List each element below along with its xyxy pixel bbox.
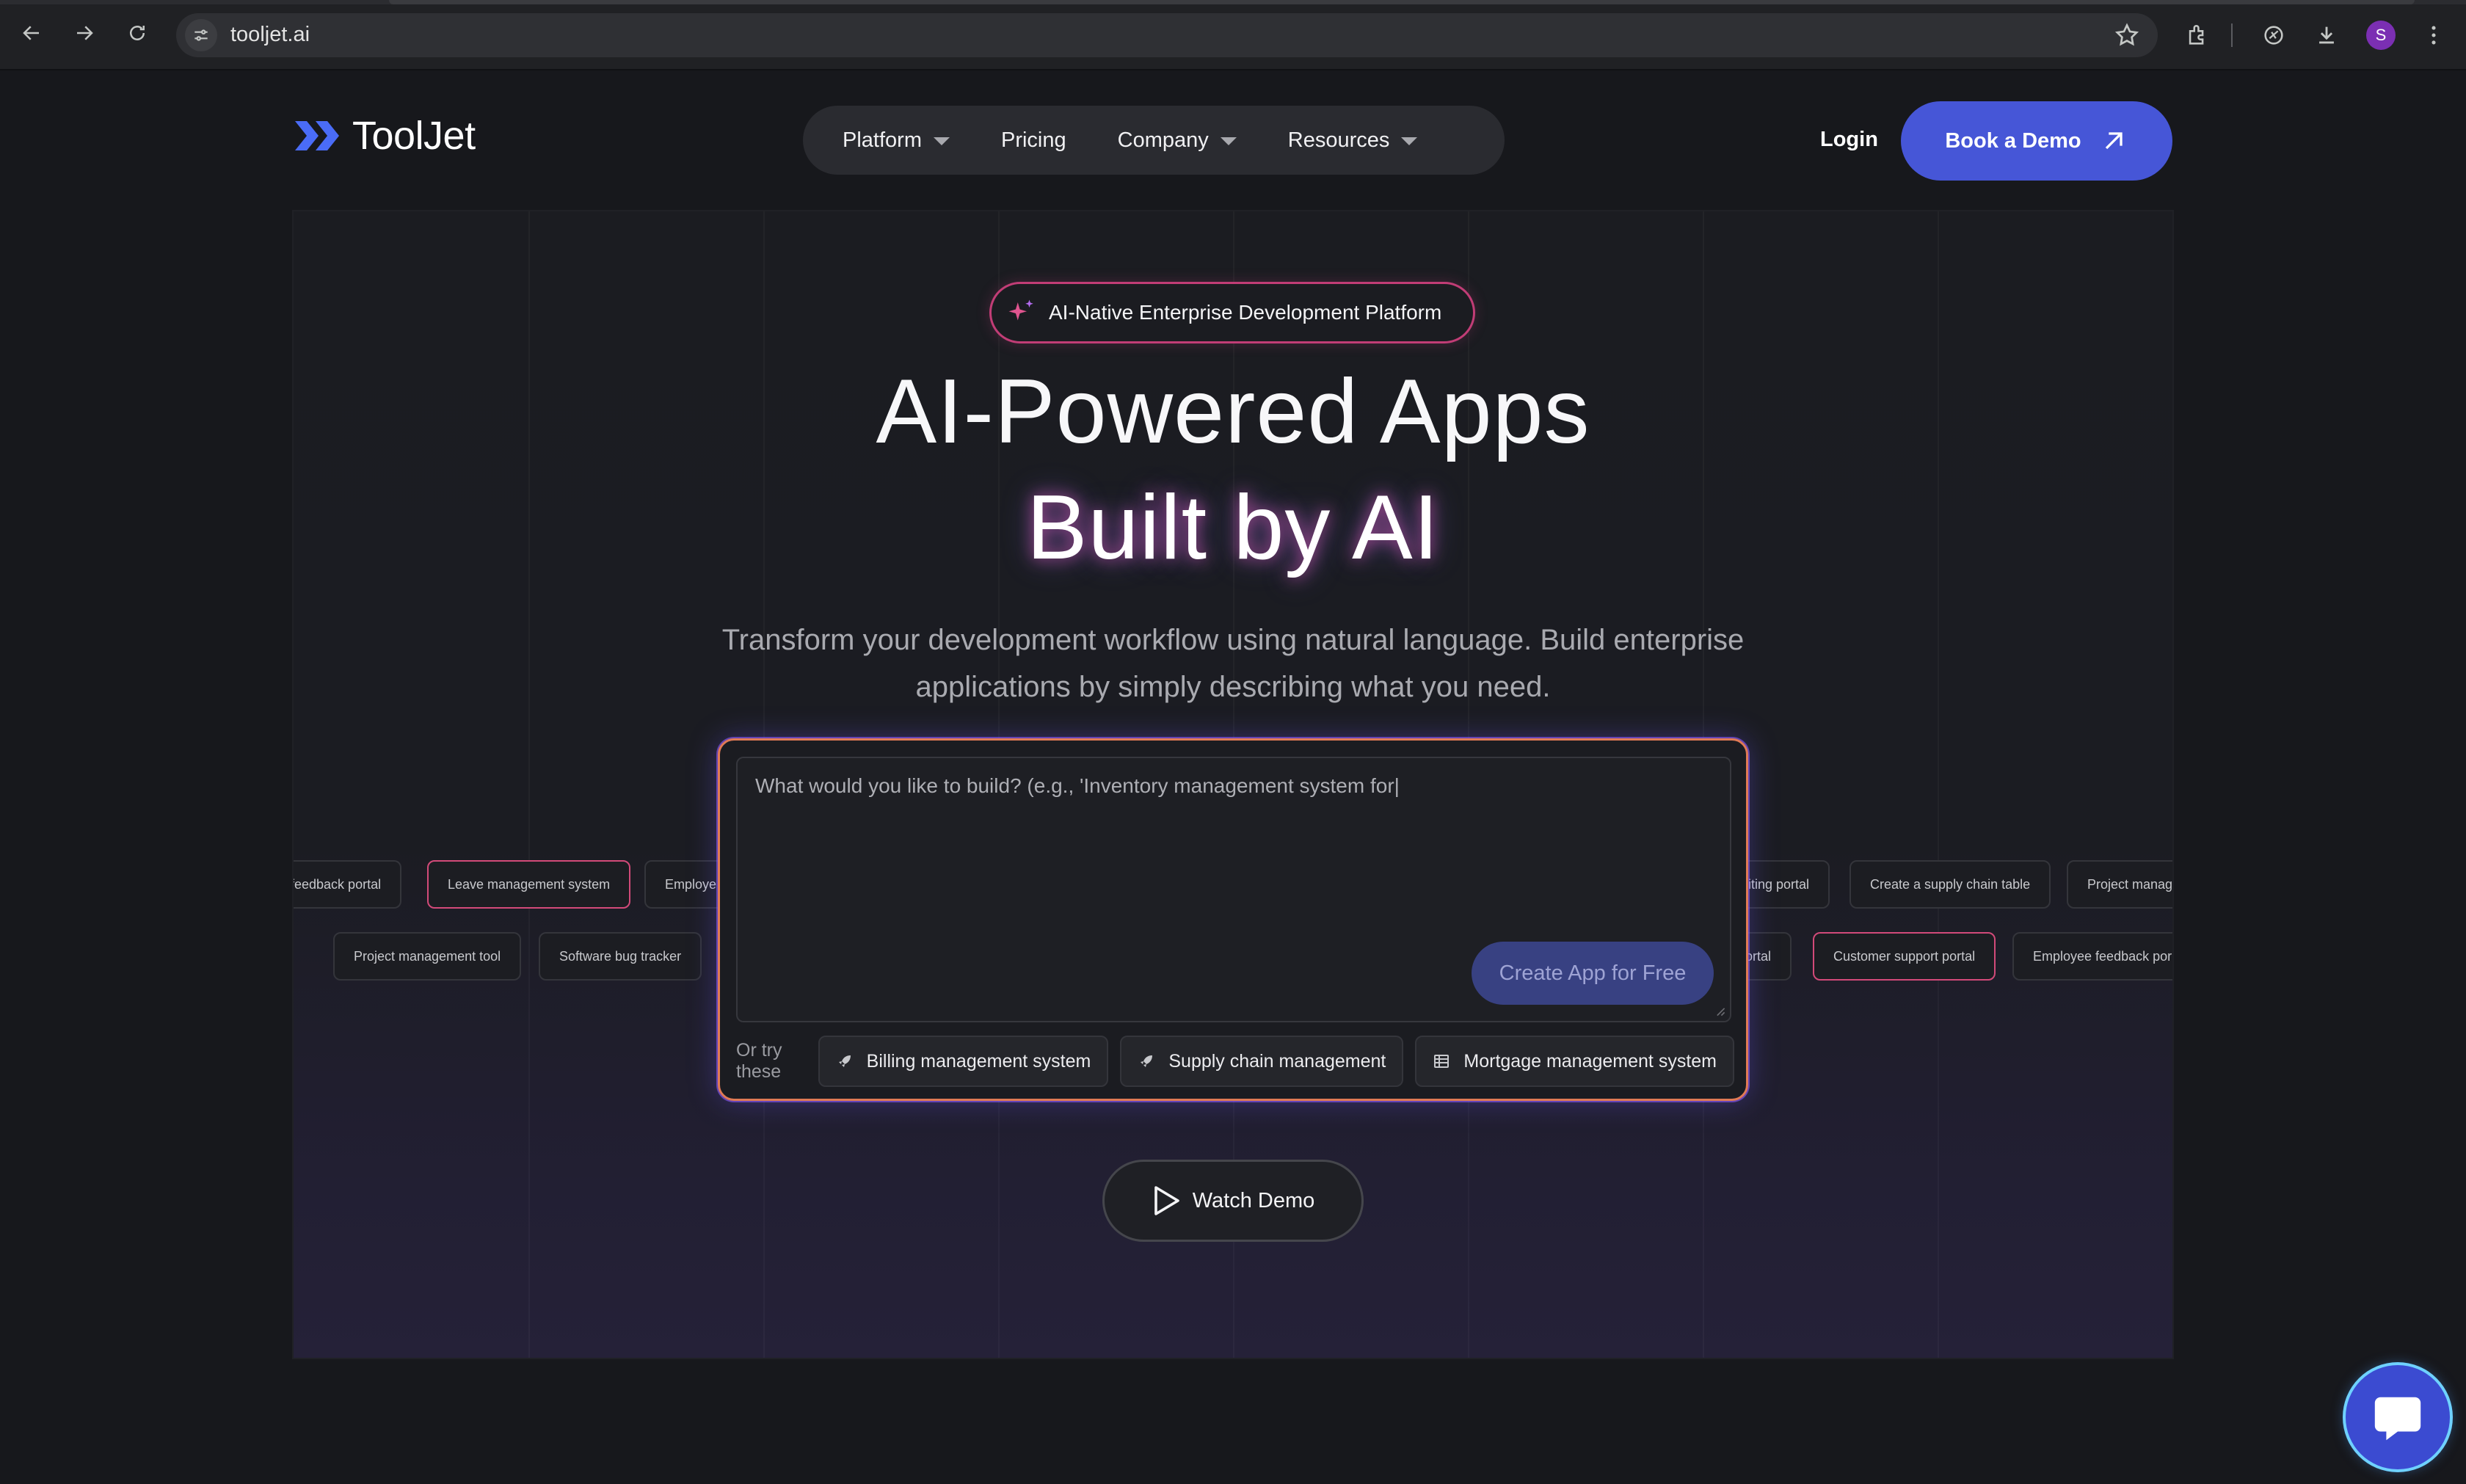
back-icon[interactable] <box>15 16 48 50</box>
hero-subtitle: Transform your development workflow usin… <box>0 616 2466 710</box>
suggestion-row: Or try these Billing management system S… <box>736 1036 1746 1087</box>
ticker-chip[interactable]: Create a supply chain table <box>1849 860 2051 909</box>
download-icon[interactable] <box>2312 21 2341 50</box>
prompt-input[interactable]: What would you like to build? (e.g., 'In… <box>736 757 1731 1022</box>
suggestion-supply-chain[interactable]: Supply chain management <box>1120 1036 1404 1087</box>
platform-badge: AI-Native Enterprise Development Platfor… <box>989 282 1475 343</box>
chat-widget-button[interactable] <box>2346 1365 2450 1469</box>
nav-pricing-label: Pricing <box>1000 128 1066 152</box>
play-icon <box>1154 1186 1179 1215</box>
kebab-menu-icon[interactable] <box>2419 21 2448 50</box>
arrow-up-right-icon <box>2105 132 2123 150</box>
table-icon <box>1434 1055 1450 1068</box>
resize-handle-icon[interactable] <box>1715 1006 1725 1016</box>
rocket-icon <box>1141 1055 1153 1067</box>
bookmark-star-icon[interactable] <box>2114 22 2140 48</box>
badge-text: AI-Native Enterprise Development Platfor… <box>1049 301 1442 324</box>
chevron-down-icon <box>1401 137 1418 145</box>
nav-resources[interactable]: Resources <box>1288 128 1418 153</box>
ticker-chip[interactable]: Project management tool <box>333 932 522 981</box>
site-info-icon[interactable] <box>185 19 217 51</box>
tooljet-logo-icon <box>295 121 339 150</box>
chevron-down-icon <box>1220 137 1237 145</box>
tooljet-logo[interactable]: ToolJet <box>292 110 476 161</box>
reload-icon[interactable] <box>120 16 154 50</box>
forward-icon[interactable] <box>68 16 101 50</box>
suggestion-billing[interactable]: Billing management system <box>818 1036 1109 1087</box>
chat-bubble-icon <box>2374 1397 2421 1441</box>
nav-platform[interactable]: Platform <box>843 128 950 153</box>
hero-subtitle-line1: Transform your development workflow usin… <box>721 624 1745 656</box>
ticker-chip[interactable]: Leave management system <box>427 860 631 909</box>
logo-text: ToolJet <box>352 114 476 158</box>
active-tab[interactable] <box>389 0 2415 4</box>
suggestion-label: Billing management system <box>866 1050 1091 1072</box>
extensions-icon[interactable] <box>2183 21 2212 50</box>
nav-company[interactable]: Company <box>1118 128 1237 153</box>
suggestion-label: Mortgage management system <box>1463 1050 1717 1072</box>
toolbar-extension <box>2259 15 2288 56</box>
profile-avatar[interactable]: S <box>2366 21 2396 50</box>
prompt-placeholder: What would you like to build? (e.g., 'In… <box>755 774 1400 797</box>
toolbar-menu <box>2419 15 2448 56</box>
nav-resources-label: Resources <box>1287 128 1390 152</box>
rocket-icon <box>838 1055 851 1067</box>
ticker-chip[interactable]: Project manage <box>2067 860 2172 909</box>
nav-company-label: Company <box>1117 128 1209 152</box>
extension-leaf-icon[interactable] <box>2259 21 2288 50</box>
watch-demo-label: Watch Demo <box>1192 1188 1315 1212</box>
nav-pricing[interactable]: Pricing <box>1001 128 1066 153</box>
prompt-card: What would you like to build? (e.g., 'In… <box>718 738 1748 1101</box>
browser-toolbar-right <box>2183 15 2212 56</box>
toolbar-download <box>2312 15 2341 56</box>
hero-title-line1: AI-Powered Apps <box>876 361 1590 462</box>
ticker-chip[interactable]: Employee feedback por <box>2012 932 2172 981</box>
watch-demo-button[interactable]: Watch Demo <box>1102 1160 1364 1242</box>
address-bar[interactable]: tooljet.ai <box>176 13 2158 57</box>
toolbar-separator <box>2231 15 2233 56</box>
hero-subtitle-line2: applications by simply describing what y… <box>915 671 1551 703</box>
nav-platform-label: Platform <box>843 128 922 152</box>
ticker-chip[interactable]: feedback portal <box>294 860 402 909</box>
tab-strip <box>0 0 2466 4</box>
login-link[interactable]: Login <box>1820 128 1878 152</box>
ticker-chip[interactable]: Customer support portal <box>1813 932 1996 981</box>
main-navigation: Platform Pricing Company Resources <box>803 106 1505 175</box>
book-demo-label: Book a Demo <box>1945 128 2081 153</box>
chevron-down-icon <box>933 137 950 145</box>
suggestion-label: Supply chain management <box>1168 1050 1386 1072</box>
suggestion-mortgage[interactable]: Mortgage management system <box>1415 1036 1734 1087</box>
sparkle-icon <box>1008 299 1033 321</box>
hero-title-line2: Built by AI <box>1026 477 1440 578</box>
url-text[interactable]: tooljet.ai <box>230 23 310 47</box>
browser-chrome: tooljet.ai S <box>0 0 2466 70</box>
ticker-chip[interactable]: Software bug tracker <box>539 932 702 981</box>
book-demo-button[interactable]: Book a Demo <box>1901 101 2172 181</box>
toolbar-profile: S <box>2366 15 2396 56</box>
try-label: Or try these <box>736 1040 782 1082</box>
create-app-button[interactable]: Create App for Free <box>1472 942 1714 1005</box>
